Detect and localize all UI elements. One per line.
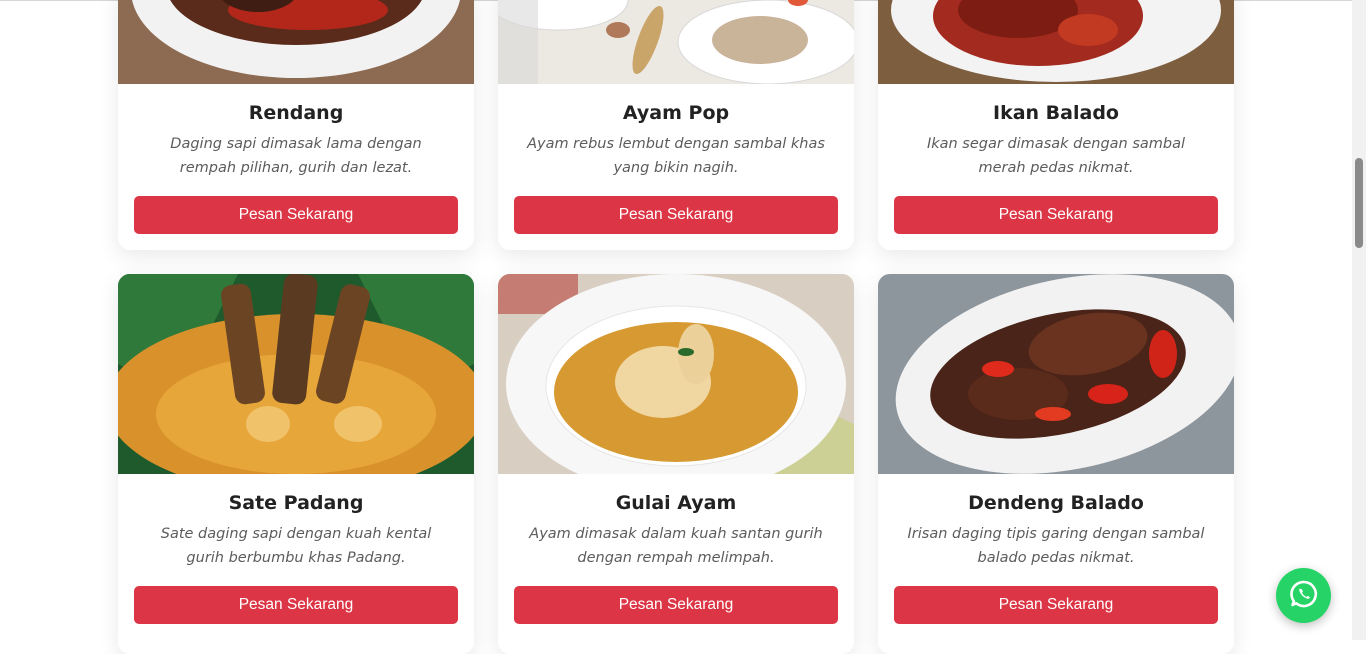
menu-grid: Rendang Daging sapi dimasak lama dengan … bbox=[0, 0, 1352, 654]
menu-item-description: Daging sapi dimasak lama dengan rempah p… bbox=[170, 136, 422, 176]
whatsapp-button[interactable] bbox=[1276, 568, 1331, 623]
menu-card-rendang: Rendang Daging sapi dimasak lama dengan … bbox=[118, 0, 474, 250]
menu-item-title: Ayam Pop bbox=[622, 102, 730, 124]
menu-item-title: Rendang bbox=[248, 102, 344, 124]
menu-card-sate-padang: Sate Padang Sate daging sapi dengan kuah… bbox=[118, 274, 474, 654]
menu-card-ayam-pop: Ayam Pop Ayam rebus lembut dengan sambal… bbox=[498, 0, 854, 250]
food-image-ayam-pop bbox=[498, 0, 854, 84]
food-image-gulai-ayam bbox=[498, 274, 854, 474]
order-button-ikan-balado[interactable]: Pesan Sekarang bbox=[894, 196, 1218, 234]
food-image-rendang bbox=[118, 0, 474, 84]
menu-item-description: Ikan segar dimasak dengan sambal merah p… bbox=[926, 136, 1186, 176]
menu-card-gulai-ayam: Gulai Ayam Ayam dimasak dalam kuah santa… bbox=[498, 274, 854, 654]
menu-item-title: Gulai Ayam bbox=[615, 492, 737, 514]
menu-item-title: Sate Padang bbox=[228, 492, 364, 514]
menu-item-description: Ayam dimasak dalam kuah santan gurih den… bbox=[529, 526, 823, 566]
menu-item-title: Dendeng Balado bbox=[968, 492, 1144, 514]
order-button-dendeng-balado[interactable]: Pesan Sekarang bbox=[894, 586, 1218, 624]
menu-item-title: Ikan Balado bbox=[993, 102, 1119, 124]
menu-item-description: Irisan daging tipis garing dengan sambal… bbox=[907, 526, 1205, 566]
order-button-rendang[interactable]: Pesan Sekarang bbox=[134, 196, 458, 234]
food-image-dendeng-balado bbox=[878, 274, 1234, 474]
food-image-ikan-balado bbox=[878, 0, 1234, 84]
order-button-sate-padang[interactable]: Pesan Sekarang bbox=[134, 586, 458, 624]
scrollbar[interactable] bbox=[1352, 0, 1366, 640]
order-button-ayam-pop[interactable]: Pesan Sekarang bbox=[514, 196, 838, 234]
menu-item-description: Sate daging sapi dengan kuah kental guri… bbox=[160, 526, 432, 566]
whatsapp-icon bbox=[1288, 578, 1320, 614]
order-button-gulai-ayam[interactable]: Pesan Sekarang bbox=[514, 586, 838, 624]
menu-item-description: Ayam rebus lembut dengan sambal khas yan… bbox=[527, 136, 825, 176]
scrollbar-thumb[interactable] bbox=[1355, 158, 1363, 248]
food-image-sate-padang bbox=[118, 274, 474, 474]
menu-card-ikan-balado: Ikan Balado Ikan segar dimasak dengan sa… bbox=[878, 0, 1234, 250]
menu-card-dendeng-balado: Dendeng Balado Irisan daging tipis garin… bbox=[878, 274, 1234, 654]
